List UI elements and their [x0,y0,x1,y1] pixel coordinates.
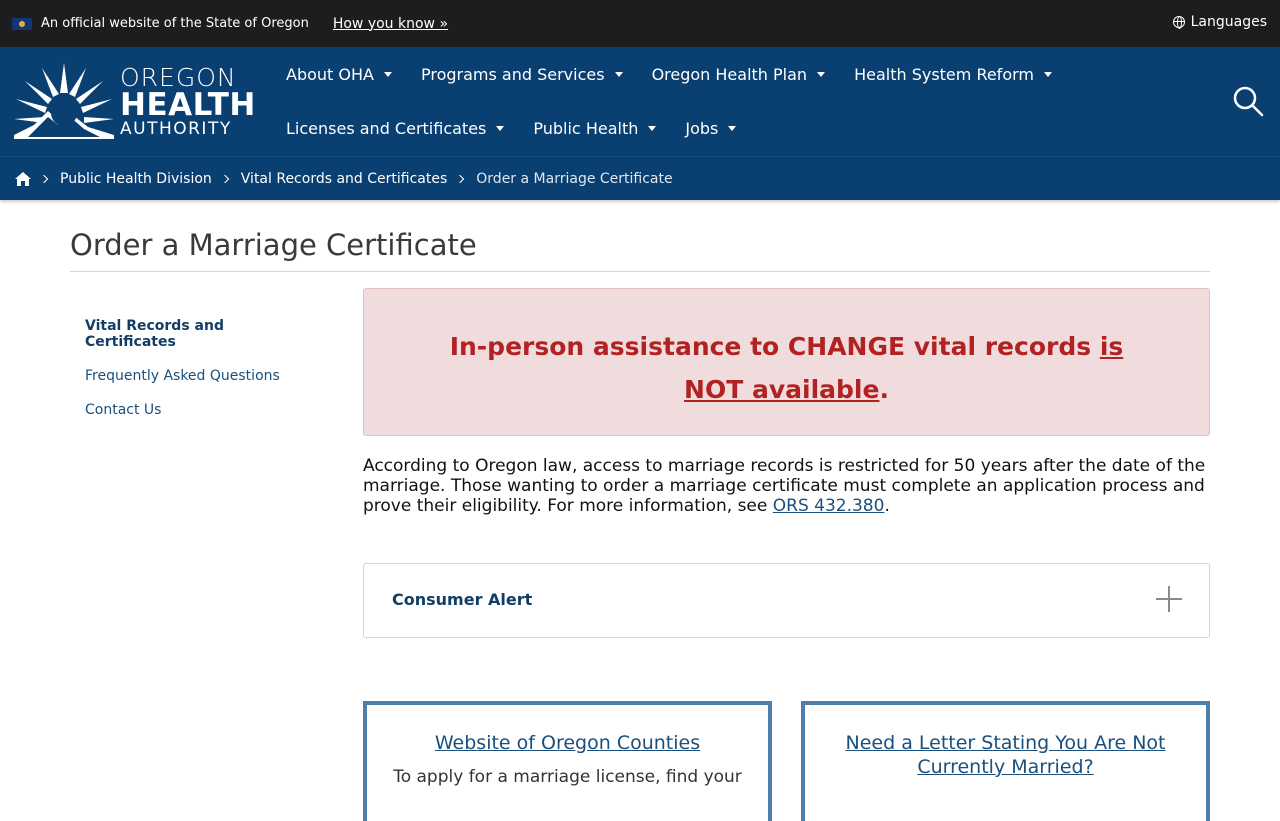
plus-icon[interactable] [1156,586,1182,612]
globe-icon [1172,16,1185,29]
logo-line-authority: AUTHORITY [120,118,232,139]
search-icon[interactable] [1232,85,1264,117]
nav-licenses-certificates[interactable]: Licenses and Certificates [286,118,505,138]
page-title: Order a Marriage Certificate [70,228,477,262]
alert-text-main: In-person assistance to CHANGE vital rec… [449,332,1100,361]
official-gov-bar: An official website of the State of Oreg… [0,0,1280,47]
chevron-right-icon [456,174,465,183]
languages-label: Languages [1190,14,1267,30]
breadcrumb: Public Health Division Vital Records and… [0,156,1280,200]
nav-jobs-label: Jobs [685,118,719,138]
intro-paragraph-end: . [884,496,890,516]
nav-row-2: Licenses and Certificates Public Health … [286,101,1186,155]
breadcrumb-vital-records[interactable]: Vital Records and Certificates [241,171,448,187]
nav-about-oha-label: About OHA [286,64,374,84]
main-nav: About OHA Programs and Services Oregon H… [286,47,1186,155]
sidenav-item-contact-us[interactable]: Contact Us [85,402,305,418]
sun-mountain-logo-icon [14,63,114,139]
nav-about-oha[interactable]: About OHA [286,65,392,84]
logo-line-health: HEALTH [120,86,256,123]
title-divider [70,271,1210,272]
nav-health-system-reform-label: Health System Reform [854,64,1034,84]
oha-logo[interactable]: OREGON HEALTH AUTHORITY [14,63,256,139]
alert-box: In-person assistance to CHANGE vital rec… [363,288,1210,436]
nav-row-1: About OHA Programs and Services Oregon H… [286,47,1186,101]
caret-down-icon [648,125,657,131]
caret-down-icon [728,125,737,131]
nav-oregon-health-plan-label: Oregon Health Plan [651,64,808,84]
nav-health-system-reform[interactable]: Health System Reform [854,65,1052,84]
site-header: OREGON HEALTH AUTHORITY About OHA Progra… [0,47,1280,156]
nav-licenses-certificates-label: Licenses and Certificates [286,118,487,138]
breadcrumb-current: Order a Marriage Certificate [476,170,673,187]
breadcrumb-public-health-division[interactable]: Public Health Division [60,171,212,187]
oregon-flag-icon [12,17,32,30]
not-married-letter-link[interactable]: Need a Letter Stating You Are Not Curren… [805,731,1206,779]
chevron-right-icon [220,174,230,183]
card-not-married-letter: Need a Letter Stating You Are Not Curren… [801,701,1210,821]
side-nav: Vital Records and Certificates Frequentl… [85,318,305,436]
sidenav-item-vital-records[interactable]: Vital Records and Certificates [85,318,305,350]
home-icon[interactable] [15,171,31,186]
nav-programs-services[interactable]: Programs and Services [421,65,623,84]
nav-oregon-health-plan[interactable]: Oregon Health Plan [652,65,826,84]
caret-down-icon [383,71,392,77]
sidenav-item-faq[interactable]: Frequently Asked Questions [85,368,305,384]
card-oregon-counties: Website of Oregon Counties To apply for … [363,701,772,821]
caret-down-icon [1043,71,1052,77]
ors-link[interactable]: ORS 432.380 [773,496,885,516]
caret-down-icon [817,71,826,77]
consumer-alert-accordion[interactable]: Consumer Alert [363,563,1210,638]
nav-programs-services-label: Programs and Services [420,64,605,84]
languages-button[interactable]: Languages [1172,14,1267,30]
nav-jobs[interactable]: Jobs [685,118,737,138]
intro-paragraph: According to Oregon law, access to marri… [363,456,1213,516]
nav-public-health-label: Public Health [533,118,639,138]
logo-wordmark: OREGON HEALTH AUTHORITY [120,65,256,138]
card-oregon-counties-text: To apply for a marriage license, find yo… [393,767,742,787]
nav-public-health[interactable]: Public Health [533,118,657,138]
chevron-right-icon [39,174,49,183]
alert-text-end: . [879,375,889,404]
how-you-know-link[interactable]: How you know » [333,16,448,32]
caret-down-icon [496,125,505,131]
official-site-text: An official website of the State of Oreg… [41,16,309,31]
logo-line-oregon: OREGON [120,62,237,92]
caret-down-icon [614,71,623,77]
alert-text: In-person assistance to CHANGE vital rec… [364,325,1209,411]
accordion-label: Consumer Alert [392,590,533,609]
oregon-counties-link[interactable]: Website of Oregon Counties [367,731,768,755]
